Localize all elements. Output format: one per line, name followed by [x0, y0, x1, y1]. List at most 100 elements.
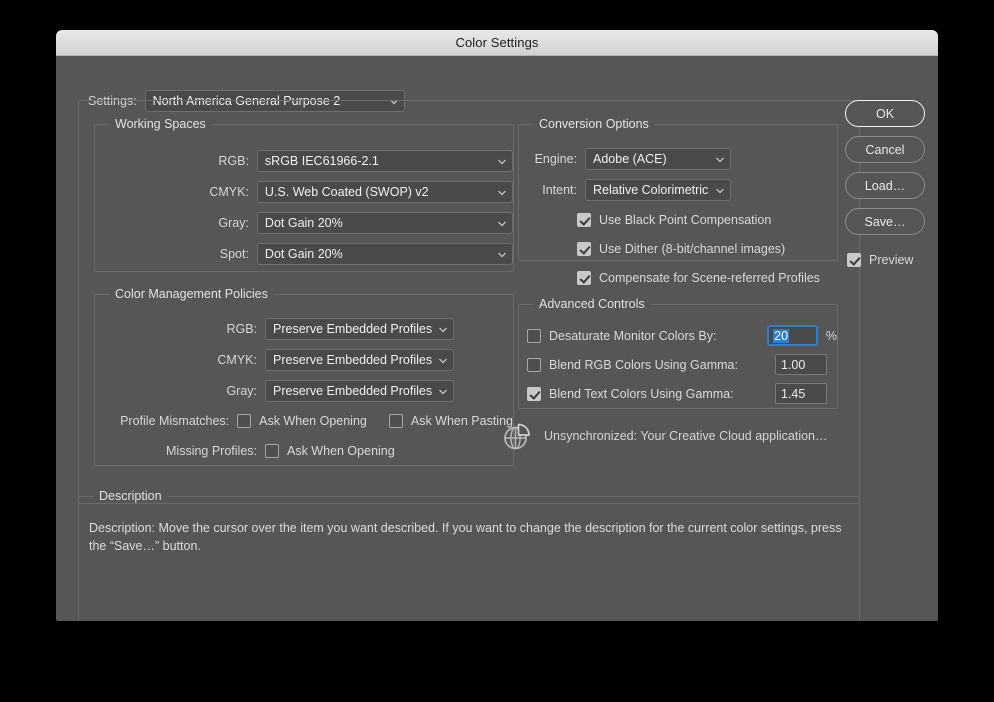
- checkbox-box: [577, 241, 591, 256]
- working-spaces-gray-select[interactable]: Dot Gain 20%: [256, 211, 513, 234]
- working-spaces-rgb-label: RGB:: [218, 153, 249, 168]
- color-management-policies-group: Color Management Policies RGB: Preserve …: [94, 287, 514, 466]
- chevron-down-icon: [497, 156, 506, 165]
- engine-select[interactable]: Adobe (ACE): [585, 147, 731, 170]
- profile-mismatches-ask-when-pasting-checkbox[interactable]: Ask When Pasting: [388, 414, 513, 428]
- blend-rgb-colors-checkbox[interactable]: Blend RGB Colors Using Gamma:: [527, 357, 775, 372]
- dialog-titlebar: Color Settings: [56, 30, 938, 56]
- desaturate-amount-value: 20: [773, 328, 790, 343]
- use-dither-checkbox[interactable]: Use Dither (8-bit/channel images): [577, 241, 786, 256]
- cancel-button[interactable]: Cancel: [845, 136, 925, 163]
- preview-checkbox[interactable]: Preview: [847, 253, 925, 267]
- working-spaces-rgb-select[interactable]: sRGB IEC61966-2.1: [256, 149, 513, 172]
- chevron-down-icon: [497, 187, 506, 196]
- policy-cmyk-value: Preserve Embedded Profiles: [273, 352, 433, 367]
- blend-rgb-colors-row: Blend RGB Colors Using Gamma: 1.00: [519, 350, 837, 379]
- checkbox-label: Compensate for Scene-referred Profiles: [599, 270, 820, 285]
- compensate-scene-referred-profiles-checkbox[interactable]: Compensate for Scene-referred Profiles: [577, 270, 820, 285]
- chevron-down-icon: [715, 154, 724, 163]
- working-space-row: Gray: Dot Gain 20%: [95, 207, 513, 238]
- checkbox-label: Use Dither (8-bit/channel images): [599, 241, 786, 256]
- profile-mismatches-row: Profile Mismatches: Ask When Opening Ask…: [95, 406, 513, 436]
- dialog-body: Settings: North America General Purpose …: [56, 56, 938, 621]
- color-settings-dialog: Color Settings Settings: North America G…: [56, 30, 938, 621]
- blend-text-colors-row: Blend Text Colors Using Gamma: 1.45: [519, 379, 837, 408]
- preview-label: Preview: [869, 253, 914, 267]
- sync-status-row: Unsynchronized: Your Creative Cloud appl…: [500, 419, 828, 453]
- engine-row: Engine: Adobe (ACE): [519, 143, 837, 174]
- checkbox-label: Desaturate Monitor Colors By:: [549, 328, 717, 343]
- checkbox-box: [527, 386, 541, 401]
- blend-text-colors-checkbox[interactable]: Blend Text Colors Using Gamma:: [527, 386, 775, 401]
- working-spaces-spot-select[interactable]: Dot Gain 20%: [256, 242, 513, 265]
- policy-row: RGB: Preserve Embedded Profiles: [95, 313, 513, 344]
- color-management-policies-legend: Color Management Policies: [109, 287, 274, 301]
- use-dither-row: Use Dither (8-bit/channel images): [519, 234, 837, 263]
- checkbox-box: [237, 414, 252, 428]
- working-spaces-gray-label: Gray:: [218, 215, 249, 230]
- chevron-down-icon: [438, 386, 447, 395]
- working-spaces-rgb-value: sRGB IEC61966-2.1: [264, 153, 379, 168]
- desaturate-amount-input[interactable]: 20: [767, 325, 818, 346]
- chevron-down-icon: [715, 185, 724, 194]
- profile-mismatches-label: Profile Mismatches:: [120, 414, 230, 428]
- chevron-down-icon: [497, 249, 506, 258]
- desaturate-monitor-colors-checkbox[interactable]: Desaturate Monitor Colors By:: [527, 328, 767, 343]
- blend-text-gamma-input[interactable]: 1.45: [775, 383, 827, 404]
- sync-status-text: Unsynchronized: Your Creative Cloud appl…: [544, 429, 828, 443]
- load-button[interactable]: Load…: [845, 172, 925, 199]
- policy-cmyk-label: CMYK:: [217, 352, 257, 367]
- blend-rgb-gamma-value: 1.00: [781, 357, 806, 372]
- conversion-options-group: Conversion Options Engine: Adobe (ACE) I…: [518, 117, 838, 285]
- dialog-title: Color Settings: [455, 35, 539, 50]
- checkbox-label: Ask When Opening: [259, 414, 367, 428]
- checkbox-box: [265, 444, 279, 458]
- policy-rgb-value: Preserve Embedded Profiles: [273, 321, 433, 336]
- policy-gray-select[interactable]: Preserve Embedded Profiles: [265, 379, 454, 402]
- missing-profiles-label: Missing Profiles:: [166, 444, 257, 458]
- description-legend: Description: [93, 489, 168, 503]
- working-spaces-spot-label: Spot:: [219, 246, 249, 261]
- working-spaces-cmyk-select[interactable]: U.S. Web Coated (SWOP) v2: [256, 180, 513, 203]
- working-spaces-gray-value: Dot Gain 20%: [264, 215, 343, 230]
- policy-cmyk-select[interactable]: Preserve Embedded Profiles: [265, 348, 454, 371]
- description-group: Description Description: Move the cursor…: [78, 489, 860, 621]
- advanced-controls-legend: Advanced Controls: [533, 297, 651, 311]
- working-space-row: Spot: Dot Gain 20%: [95, 238, 513, 269]
- ok-button[interactable]: OK: [845, 100, 925, 127]
- policy-gray-value: Preserve Embedded Profiles: [273, 383, 433, 398]
- intent-select[interactable]: Relative Colorimetric: [585, 178, 731, 201]
- chevron-down-icon: [497, 218, 506, 227]
- working-space-row: RGB: sRGB IEC61966-2.1: [95, 145, 513, 176]
- conversion-options-legend: Conversion Options: [533, 117, 655, 131]
- use-black-point-compensation-row: Use Black Point Compensation: [519, 205, 837, 234]
- checkbox-label: Blend Text Colors Using Gamma:: [549, 386, 734, 401]
- policy-gray-label: Gray:: [226, 383, 257, 398]
- engine-value: Adobe (ACE): [593, 151, 667, 166]
- missing-profiles-ask-when-opening-checkbox[interactable]: Ask When Opening: [265, 444, 395, 458]
- working-spaces-spot-value: Dot Gain 20%: [264, 246, 343, 261]
- policy-row: Gray: Preserve Embedded Profiles: [95, 375, 513, 406]
- blend-text-gamma-value: 1.45: [781, 386, 806, 401]
- save-button[interactable]: Save…: [845, 208, 925, 235]
- desaturate-monitor-colors-row: Desaturate Monitor Colors By: 20 %: [519, 321, 837, 350]
- checkbox-label: Ask When Pasting: [410, 414, 513, 428]
- dialog-button-column: OK Cancel Load… Save… Preview: [845, 100, 925, 267]
- working-space-row: CMYK: U.S. Web Coated (SWOP) v2: [95, 176, 513, 207]
- use-black-point-compensation-checkbox[interactable]: Use Black Point Compensation: [577, 212, 771, 227]
- desaturate-percent-suffix: %: [825, 328, 837, 343]
- checkbox-box: [388, 414, 403, 428]
- blend-rgb-gamma-input[interactable]: 1.00: [775, 354, 827, 375]
- checkbox-box: [577, 270, 591, 285]
- checkbox-label: Ask When Opening: [287, 444, 395, 458]
- compensate-scene-referred-row: Compensate for Scene-referred Profiles: [519, 263, 837, 292]
- profile-mismatches-ask-when-opening-checkbox[interactable]: Ask When Opening: [237, 414, 367, 428]
- description-text: Description: Move the cursor over the it…: [89, 521, 842, 553]
- policy-rgb-select[interactable]: Preserve Embedded Profiles: [265, 317, 454, 340]
- checkbox-box: [527, 328, 541, 343]
- chevron-down-icon: [438, 355, 447, 364]
- sync-globe-icon: [500, 419, 534, 453]
- working-spaces-cmyk-value: U.S. Web Coated (SWOP) v2: [264, 184, 429, 199]
- working-spaces-group: Working Spaces RGB: sRGB IEC61966-2.1 CM…: [94, 117, 514, 272]
- advanced-controls-group: Advanced Controls Desaturate Monitor Col…: [518, 297, 838, 409]
